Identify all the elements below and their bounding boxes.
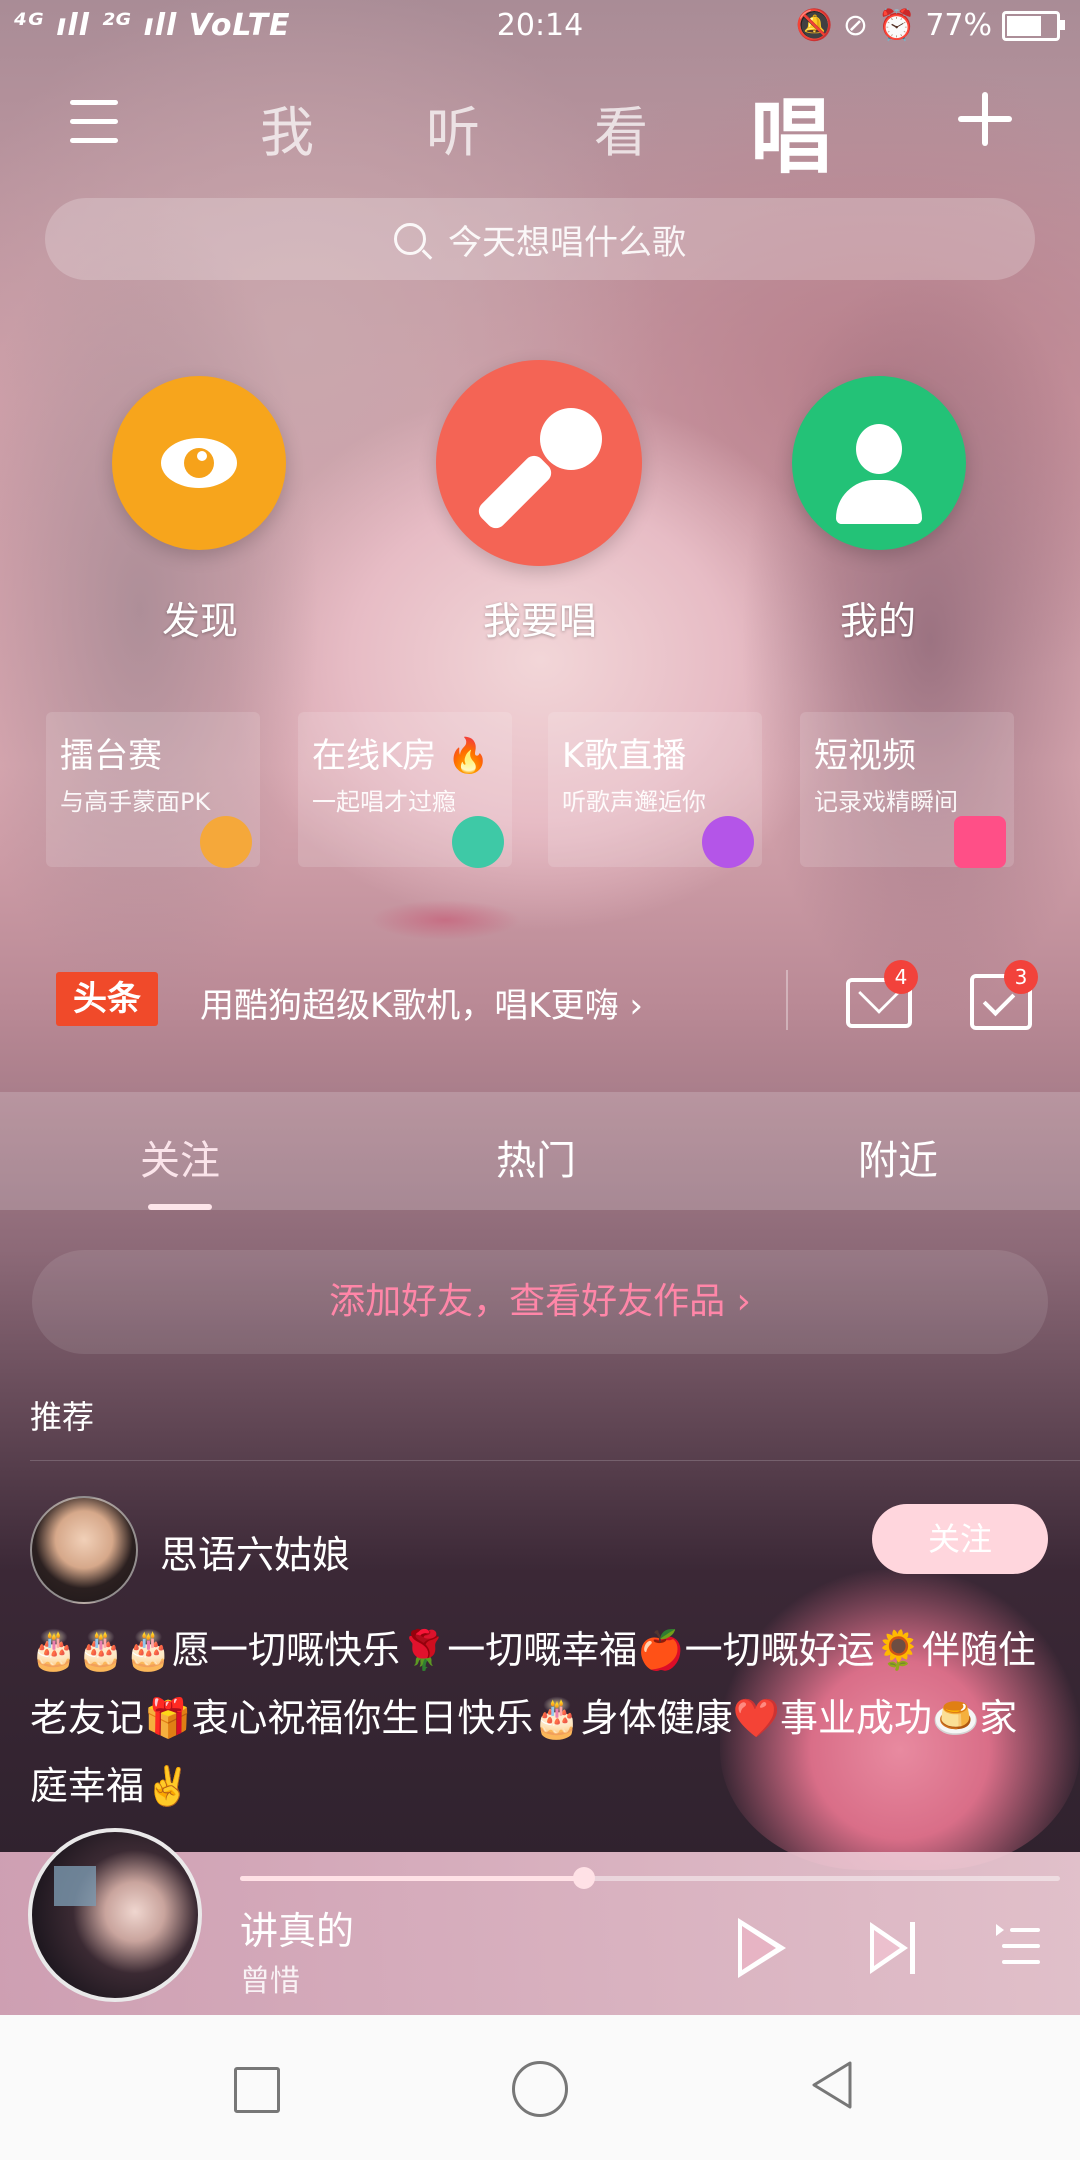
divider <box>786 970 788 1030</box>
mine-button[interactable] <box>792 376 966 550</box>
avatar[interactable] <box>30 1496 138 1604</box>
status-right: 🔕 ⊘ ⏰ 77% <box>795 8 1065 43</box>
tab-popular[interactable]: 热门 <box>496 1128 576 1186</box>
tab-following[interactable]: 关注 <box>140 1128 220 1186</box>
feature-title: K歌直播 <box>562 736 687 776</box>
status-bar: ⁴ᴳ ıll ²ᴳ ıll VoLTE 20:14 🔕 ⊘ ⏰ 77% <box>0 0 1080 56</box>
divider <box>30 1460 1080 1461</box>
tab-listen[interactable]: 听 <box>426 88 480 167</box>
headline-link[interactable]: 用酷狗超级K歌机，唱K更嗨 › <box>200 978 643 1027</box>
battery-fill <box>1007 15 1042 36</box>
song-title: 讲真的 <box>240 1909 355 1953</box>
feature-subtitle: 记录戏精瞬间 <box>814 788 958 816</box>
progress-fill <box>240 1876 585 1881</box>
feed-tabs: 关注 热门 附近 <box>0 1092 1080 1210</box>
feature-short-video[interactable]: 短视频 记录戏精瞬间 <box>800 712 1014 868</box>
alarm-icon: ⏰ <box>877 8 916 43</box>
discover-button[interactable] <box>112 376 286 550</box>
feature-subtitle: 听歌声邂逅你 <box>562 788 706 816</box>
live-icon <box>702 816 754 868</box>
feature-subtitle: 与高手蒙面PK <box>60 788 211 816</box>
feature-subtitle: 一起唱才过瘾 <box>312 788 456 816</box>
rotation-lock-icon: ⊘ <box>842 8 868 43</box>
home-icon[interactable] <box>512 2061 568 2117</box>
playlist-icon[interactable] <box>996 1924 1040 1968</box>
discover-label: 发现 <box>161 599 238 643</box>
mute-icon: 🔕 <box>795 8 833 43</box>
add-friend-button[interactable]: 添加好友，查看好友作品 › <box>32 1250 1048 1354</box>
feature-k-room[interactable]: 在线K房 🔥 一起唱才过瘾 <box>298 712 512 868</box>
headline-bar: 头条 用酷狗超级K歌机，唱K更嗨 › 4 3 <box>0 930 1080 1070</box>
sing-label: 我要唱 <box>482 599 597 643</box>
feature-live[interactable]: K歌直播 听歌声邂逅你 <box>548 712 762 868</box>
k-room-icon <box>452 816 504 868</box>
song-artist: 曾惜 <box>240 1964 300 1999</box>
mine-label: 我的 <box>839 599 916 643</box>
tab-watch[interactable]: 看 <box>594 88 648 167</box>
feature-title: 在线K房 🔥 <box>312 736 490 776</box>
plus-icon[interactable] <box>958 92 1012 146</box>
follow-button[interactable]: 关注 <box>872 1504 1048 1574</box>
task-count-badge: 3 <box>1004 960 1038 994</box>
album-art[interactable] <box>28 1828 202 2002</box>
battery-icon <box>1002 10 1065 41</box>
search-icon <box>394 223 426 255</box>
top-nav: 我 听 看 唱 <box>0 70 1080 185</box>
active-tab-indicator <box>148 1204 212 1210</box>
next-track-icon[interactable] <box>870 1922 916 1974</box>
feature-arena[interactable]: 擂台赛 与高手蒙面PK <box>46 712 260 868</box>
tab-nearby[interactable]: 附近 <box>858 1128 938 1186</box>
post-text: 🎂🎂🎂愿一切嘅快乐🌹一切嘅幸福🍎一切嘅好运🌻伴随住老友记🎁衷心祝福你生日快乐🎂身… <box>30 1628 1036 1808</box>
app-screen: ⁴ᴳ ıll ²ᴳ ıll VoLTE 20:14 🔕 ⊘ ⏰ 77% 我 听 … <box>0 0 1080 2160</box>
play-icon[interactable] <box>738 1918 786 1978</box>
system-nav-bar <box>0 2015 1080 2160</box>
search-input[interactable]: 今天想唱什么歌 <box>45 198 1035 280</box>
headline-badge: 头条 <box>56 972 158 1026</box>
recommend-label: 推荐 <box>30 1398 95 1436</box>
post-username[interactable]: 思语六姑娘 <box>160 1524 350 1579</box>
battery-percent: 77% <box>925 8 992 43</box>
tab-me[interactable]: 我 <box>260 88 314 167</box>
video-icon <box>954 816 1006 868</box>
back-icon[interactable] <box>808 2059 854 2111</box>
progress-bar[interactable] <box>240 1867 1060 1889</box>
sing-button[interactable] <box>436 360 642 566</box>
search-placeholder: 今天想唱什么歌 <box>448 222 686 263</box>
eye-icon <box>161 438 237 488</box>
recent-apps-icon[interactable] <box>234 2067 280 2113</box>
feature-title: 短视频 <box>814 736 916 776</box>
feature-title: 擂台赛 <box>60 736 162 776</box>
mail-count-badge: 4 <box>884 960 918 994</box>
tab-sing[interactable]: 唱 <box>750 70 832 189</box>
menu-icon[interactable] <box>70 100 118 144</box>
fist-icon <box>200 816 252 868</box>
